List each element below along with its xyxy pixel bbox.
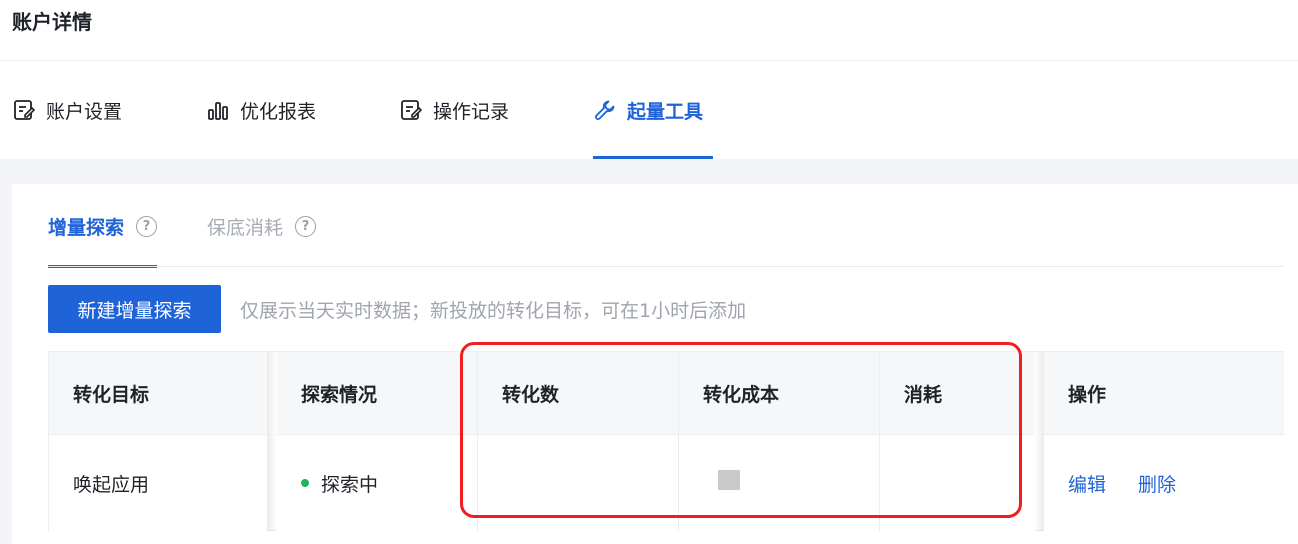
wrench-icon [593,98,617,122]
edit-icon [12,98,36,122]
tab-operation-log[interactable]: 操作记录 [399,61,509,159]
column-divider [879,352,880,531]
status-dot [301,479,309,487]
new-incremental-explore-button[interactable]: 新建增量探索 [48,285,221,333]
subtab-guaranteed-spend[interactable]: 保底消耗 ? [207,184,317,268]
tab-label: 起量工具 [627,100,704,123]
tab-label: 优化报表 [240,100,317,123]
column-header-actions: 操作 [1044,352,1284,434]
page-title: 账户详情 [12,10,92,34]
subtab-label: 保底消耗 [207,216,284,239]
column-divider [477,352,478,531]
cell-target: 唤起应用 [49,434,267,531]
tab-optimization-report[interactable]: 优化报表 [206,61,316,159]
help-circle-icon[interactable]: ? [136,215,158,237]
tab-boost-tools[interactable]: 起量工具 [593,61,713,159]
tab-label: 操作记录 [433,100,510,123]
cell-actions: 编辑 删除 [1044,434,1284,531]
cell-status: 探索中 [277,434,477,531]
divider [48,266,1284,267]
redacted-value [718,470,740,490]
fixed-column-shadow [1034,352,1044,531]
column-header-conversions: 转化数 [478,352,678,434]
explore-table: 转化目标 探索情况 转化数 转化成本 消耗 操作 唤起应用 探索中 编辑 删除 [48,351,1284,531]
main-tab-bar: 账户设置 优化报表 操作记录 起量工具 [0,61,1298,159]
hint-text: 仅展示当天实时数据；新投放的转化目标，可在1小时后添加 [240,300,747,322]
delete-link[interactable]: 删除 [1138,470,1176,497]
subtab-label: 增量探索 [48,216,125,239]
column-header-spend: 消耗 [880,352,1034,434]
bar-chart-icon [206,98,230,122]
status-label: 探索中 [321,473,379,496]
edit-icon [399,98,423,122]
cell-spend [880,434,1034,531]
tab-label: 账户设置 [46,100,123,123]
column-header-target: 转化目标 [49,352,267,434]
cell-conversions [478,434,678,531]
tab-account-settings[interactable]: 账户设置 [12,61,122,159]
column-divider [678,352,679,531]
edit-link[interactable]: 编辑 [1068,470,1106,497]
subtab-incremental-explore[interactable]: 增量探索 ? [48,184,158,268]
column-header-cost: 转化成本 [679,352,879,434]
help-circle-icon[interactable]: ? [295,215,317,237]
cell-cost [679,434,879,531]
fixed-column-shadow [267,352,277,531]
column-header-status: 探索情况 [277,352,477,434]
